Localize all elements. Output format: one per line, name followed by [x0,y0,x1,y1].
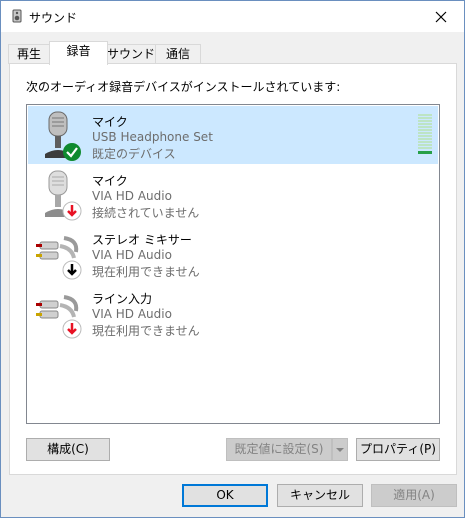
properties-button[interactable]: プロパティ(P) [356,438,440,461]
device-status: 接続されていません [92,206,200,220]
microphone-icon [45,111,81,161]
cancel-button[interactable]: キャンセル [277,484,363,507]
device-list-heading: 次のオーディオ録音デバイスがインストールされています: [26,80,341,94]
device-status: 既定のデバイス [92,147,176,161]
device-status: 現在利用できません [92,324,200,338]
recording-panel: 次のオーディオ録音デバイスがインストールされています: マイク USB Head… [9,63,457,475]
set-default-button[interactable]: 既定値に設定(S) [226,438,332,461]
set-default-dropdown[interactable] [332,438,348,461]
apply-button[interactable]: 適用(A) [371,484,457,507]
device-item-via-mic[interactable]: マイク VIA HD Audio 接続されていません [28,165,438,223]
check-badge-icon [63,143,81,161]
rca-cable-icon [36,236,82,280]
configure-button[interactable]: 構成(C) [26,438,110,461]
device-driver: VIA HD Audio [92,248,172,262]
close-icon [435,11,447,22]
device-status: 現在利用できません [92,265,200,279]
black-down-arrow-badge-icon [62,260,82,280]
red-down-arrow-badge-icon [62,319,82,339]
microphone-icon [45,170,82,221]
rca-cable-icon [36,295,82,339]
window-title: サウンド [29,11,78,25]
device-name: マイク [92,174,128,188]
level-meter [418,114,432,154]
tab-communications[interactable]: 通信 [155,44,201,64]
device-name: ライン入力 [92,292,153,306]
device-driver: VIA HD Audio [92,307,172,321]
level-meter-fill [418,151,432,154]
red-down-arrow-badge-icon [62,201,82,221]
close-button[interactable] [418,1,464,32]
tab-sounds[interactable]: サウンド [106,44,156,64]
device-list[interactable]: マイク USB Headphone Set 既定のデバイス マイク VIA HD… [26,104,440,424]
device-item-stereo-mixer[interactable]: ステレオ ミキサー VIA HD Audio 現在利用できません [28,224,438,282]
device-name: ステレオ ミキサー [92,233,192,247]
device-name: マイク [92,115,128,129]
tab-playback[interactable]: 再生 [8,44,50,64]
device-item-line-in[interactable]: ライン入力 VIA HD Audio 現在利用できません [28,283,438,341]
device-driver: USB Headphone Set [92,130,213,144]
title-bar: サウンド [1,1,464,32]
ok-button[interactable]: OK [182,484,268,507]
device-driver: VIA HD Audio [92,189,172,203]
tab-recording[interactable]: 録音 [49,41,108,65]
device-item-usb-mic[interactable]: マイク USB Headphone Set 既定のデバイス [28,106,438,164]
chevron-down-icon [336,448,344,452]
sound-dialog: サウンド 再生 録音 サウンド 通信 次のオーディオ録音デバイスがインストールさ… [0,0,465,518]
speaker-icon [12,9,22,23]
